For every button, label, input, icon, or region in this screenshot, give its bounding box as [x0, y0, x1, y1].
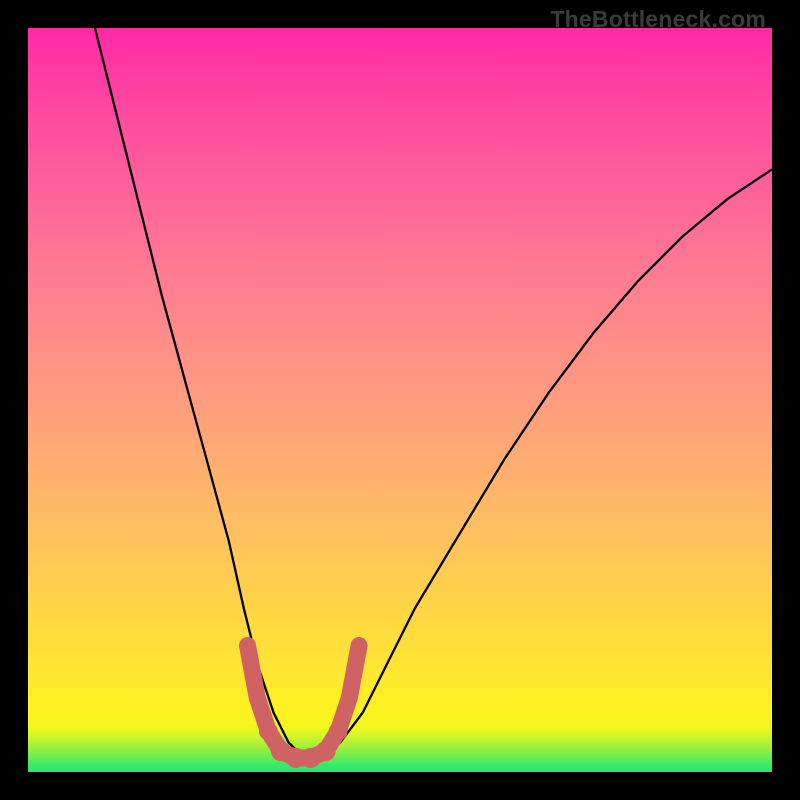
chart-plot-area: [28, 28, 772, 772]
chart-frame: TheBottleneck.com: [0, 0, 800, 800]
